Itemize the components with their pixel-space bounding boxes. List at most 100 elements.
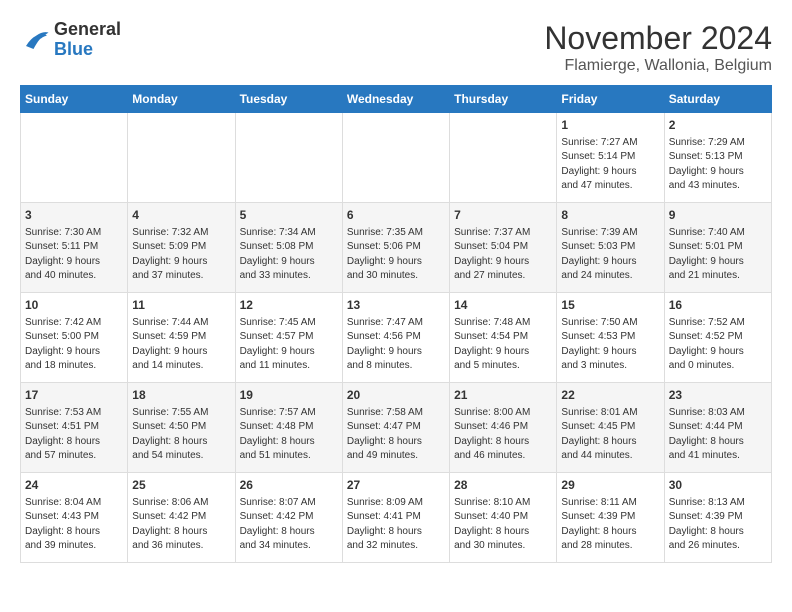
day-info: Sunrise: 7:32 AMSunset: 5:09 PMDaylight:… (132, 226, 230, 284)
header-tuesday: Tuesday (235, 86, 342, 113)
day-info: Sunrise: 7:39 AMSunset: 5:03 PMDaylight:… (561, 226, 659, 284)
day-number: 4 (132, 207, 230, 224)
day-number: 23 (669, 387, 767, 404)
month-title: November 2024 (544, 20, 772, 57)
day-info: Sunrise: 8:03 AMSunset: 4:44 PMDaylight:… (669, 406, 767, 464)
calendar-cell: 18 Sunrise: 7:55 AMSunset: 4:50 PMDayligh… (128, 383, 235, 473)
header-wednesday: Wednesday (342, 86, 449, 113)
day-number: 5 (240, 207, 338, 224)
calendar-cell (21, 113, 128, 203)
day-number: 9 (669, 207, 767, 224)
day-number: 27 (347, 477, 445, 494)
day-number: 14 (454, 297, 552, 314)
day-info: Sunrise: 8:11 AMSunset: 4:39 PMDaylight:… (561, 496, 659, 554)
day-number: 24 (25, 477, 123, 494)
location-subtitle: Flamierge, Wallonia, Belgium (544, 57, 772, 75)
day-info: Sunrise: 7:47 AMSunset: 4:56 PMDaylight:… (347, 316, 445, 374)
calendar-cell: 27 Sunrise: 8:09 AMSunset: 4:41 PMDayligh… (342, 473, 449, 563)
day-info: Sunrise: 7:42 AMSunset: 5:00 PMDaylight:… (25, 316, 123, 374)
calendar-week-3: 10 Sunrise: 7:42 AMSunset: 5:00 PMDayligh… (21, 293, 772, 383)
calendar-cell (235, 113, 342, 203)
calendar-cell: 29 Sunrise: 8:11 AMSunset: 4:39 PMDayligh… (557, 473, 664, 563)
day-number: 20 (347, 387, 445, 404)
calendar-cell: 12 Sunrise: 7:45 AMSunset: 4:57 PMDayligh… (235, 293, 342, 383)
day-info: Sunrise: 7:57 AMSunset: 4:48 PMDaylight:… (240, 406, 338, 464)
calendar-week-2: 3Sunrise: 7:30 AMSunset: 5:11 PMDaylight… (21, 203, 772, 293)
calendar-table: SundayMondayTuesdayWednesdayThursdayFrid… (20, 85, 772, 563)
calendar-cell: 26 Sunrise: 8:07 AMSunset: 4:42 PMDayligh… (235, 473, 342, 563)
day-info: Sunrise: 7:48 AMSunset: 4:54 PMDaylight:… (454, 316, 552, 374)
title-section: November 2024 Flamierge, Wallonia, Belgi… (544, 20, 772, 75)
calendar-cell: 5Sunrise: 7:34 AMSunset: 5:08 PMDaylight… (235, 203, 342, 293)
header-saturday: Saturday (664, 86, 771, 113)
calendar-cell: 2Sunrise: 7:29 AMSunset: 5:13 PMDaylight… (664, 113, 771, 203)
day-info: Sunrise: 7:35 AMSunset: 5:06 PMDaylight:… (347, 226, 445, 284)
calendar-cell: 9 Sunrise: 7:40 AMSunset: 5:01 PMDaylight… (664, 203, 771, 293)
day-number: 15 (561, 297, 659, 314)
day-number: 18 (132, 387, 230, 404)
calendar-cell: 25 Sunrise: 8:06 AMSunset: 4:42 PMDayligh… (128, 473, 235, 563)
day-number: 17 (25, 387, 123, 404)
day-number: 7 (454, 207, 552, 224)
day-number: 11 (132, 297, 230, 314)
calendar-cell: 8 Sunrise: 7:39 AMSunset: 5:03 PMDaylight… (557, 203, 664, 293)
day-number: 13 (347, 297, 445, 314)
header-thursday: Thursday (450, 86, 557, 113)
calendar-cell: 28Sunrise: 8:10 AMSunset: 4:40 PMDayligh… (450, 473, 557, 563)
day-number: 8 (561, 207, 659, 224)
day-info: Sunrise: 7:29 AMSunset: 5:13 PMDaylight:… (669, 136, 767, 194)
calendar-cell: 1 Sunrise: 7:27 AMSunset: 5:14 PMDaylight… (557, 113, 664, 203)
day-info: Sunrise: 8:06 AMSunset: 4:42 PMDaylight:… (132, 496, 230, 554)
calendar-cell: 30Sunrise: 8:13 AMSunset: 4:39 PMDayligh… (664, 473, 771, 563)
calendar-cell (342, 113, 449, 203)
calendar-cell: 19 Sunrise: 7:57 AMSunset: 4:48 PMDayligh… (235, 383, 342, 473)
calendar-cell: 10 Sunrise: 7:42 AMSunset: 5:00 PMDayligh… (21, 293, 128, 383)
calendar-cell: 22Sunrise: 8:01 AMSunset: 4:45 PMDayligh… (557, 383, 664, 473)
calendar-cell: 11 Sunrise: 7:44 AMSunset: 4:59 PMDayligh… (128, 293, 235, 383)
day-number: 3 (25, 207, 123, 224)
calendar-header-row: SundayMondayTuesdayWednesdayThursdayFrid… (21, 86, 772, 113)
header-friday: Friday (557, 86, 664, 113)
day-number: 10 (25, 297, 123, 314)
day-number: 26 (240, 477, 338, 494)
calendar-cell: 24Sunrise: 8:04 AMSunset: 4:43 PMDayligh… (21, 473, 128, 563)
day-number: 25 (132, 477, 230, 494)
header-monday: Monday (128, 86, 235, 113)
calendar-cell: 3Sunrise: 7:30 AMSunset: 5:11 PMDaylight… (21, 203, 128, 293)
day-number: 6 (347, 207, 445, 224)
day-info: Sunrise: 7:44 AMSunset: 4:59 PMDaylight:… (132, 316, 230, 374)
day-info: Sunrise: 8:09 AMSunset: 4:41 PMDaylight:… (347, 496, 445, 554)
day-number: 12 (240, 297, 338, 314)
calendar-cell: 14 Sunrise: 7:48 AMSunset: 4:54 PMDayligh… (450, 293, 557, 383)
calendar-cell: 13 Sunrise: 7:47 AMSunset: 4:56 PMDayligh… (342, 293, 449, 383)
day-info: Sunrise: 7:55 AMSunset: 4:50 PMDaylight:… (132, 406, 230, 464)
day-number: 22 (561, 387, 659, 404)
day-number: 29 (561, 477, 659, 494)
day-info: Sunrise: 7:37 AMSunset: 5:04 PMDaylight:… (454, 226, 552, 284)
day-info: Sunrise: 8:07 AMSunset: 4:42 PMDaylight:… (240, 496, 338, 554)
header: General Blue November 2024 Flamierge, Wa… (20, 20, 772, 75)
day-info: Sunrise: 7:45 AMSunset: 4:57 PMDaylight:… (240, 316, 338, 374)
day-info: Sunrise: 7:27 AMSunset: 5:14 PMDaylight:… (561, 136, 659, 194)
calendar-cell: 21Sunrise: 8:00 AMSunset: 4:46 PMDayligh… (450, 383, 557, 473)
calendar-week-5: 24Sunrise: 8:04 AMSunset: 4:43 PMDayligh… (21, 473, 772, 563)
calendar-cell: 7 Sunrise: 7:37 AMSunset: 5:04 PMDaylight… (450, 203, 557, 293)
day-number: 19 (240, 387, 338, 404)
day-info: Sunrise: 8:13 AMSunset: 4:39 PMDaylight:… (669, 496, 767, 554)
day-info: Sunrise: 7:40 AMSunset: 5:01 PMDaylight:… (669, 226, 767, 284)
calendar-week-4: 17 Sunrise: 7:53 AMSunset: 4:51 PMDayligh… (21, 383, 772, 473)
calendar-cell: 16Sunrise: 7:52 AMSunset: 4:52 PMDayligh… (664, 293, 771, 383)
calendar-cell: 20 Sunrise: 7:58 AMSunset: 4:47 PMDayligh… (342, 383, 449, 473)
day-info: Sunrise: 7:58 AMSunset: 4:47 PMDaylight:… (347, 406, 445, 464)
calendar-cell: 23 Sunrise: 8:03 AMSunset: 4:44 PMDayligh… (664, 383, 771, 473)
day-number: 1 (561, 117, 659, 134)
calendar-cell: 4 Sunrise: 7:32 AMSunset: 5:09 PMDaylight… (128, 203, 235, 293)
calendar-cell: 15Sunrise: 7:50 AMSunset: 4:53 PMDayligh… (557, 293, 664, 383)
day-info: Sunrise: 8:10 AMSunset: 4:40 PMDaylight:… (454, 496, 552, 554)
calendar-cell (128, 113, 235, 203)
logo-text: General Blue (54, 20, 121, 60)
header-sunday: Sunday (21, 86, 128, 113)
day-info: Sunrise: 7:53 AMSunset: 4:51 PMDaylight:… (25, 406, 123, 464)
day-number: 16 (669, 297, 767, 314)
day-info: Sunrise: 8:00 AMSunset: 4:46 PMDaylight:… (454, 406, 552, 464)
